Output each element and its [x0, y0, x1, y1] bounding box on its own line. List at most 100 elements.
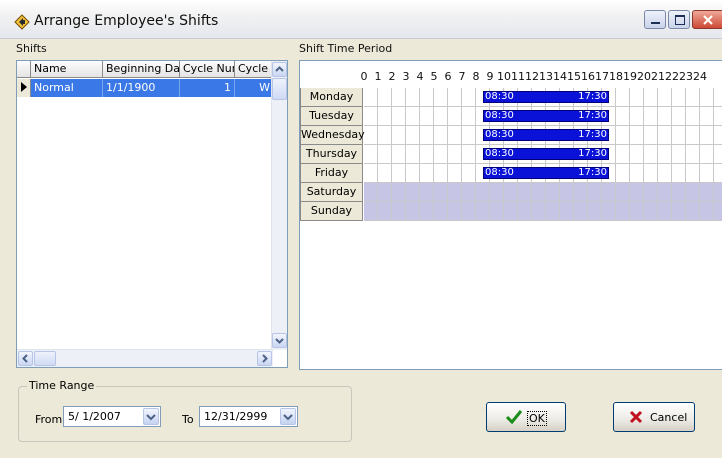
hour-slot[interactable] [434, 88, 448, 107]
hour-slot[interactable] [406, 145, 420, 164]
hour-slot[interactable] [434, 164, 448, 183]
hour-slot[interactable] [644, 164, 658, 183]
hour-slot[interactable] [714, 164, 722, 183]
hour-slot[interactable] [448, 164, 462, 183]
hour-slot[interactable] [434, 107, 448, 126]
hour-slot[interactable] [420, 107, 434, 126]
hour-slot[interactable] [560, 202, 574, 221]
hour-slot[interactable] [378, 164, 392, 183]
hour-slot[interactable] [448, 145, 462, 164]
hour-slot[interactable] [448, 126, 462, 145]
hour-slot[interactable] [700, 107, 714, 126]
hour-slot[interactable] [462, 126, 476, 145]
vertical-scroll-thumb[interactable] [272, 78, 287, 100]
hour-slot[interactable] [462, 145, 476, 164]
hour-slot[interactable] [546, 183, 560, 202]
hour-slot[interactable] [392, 183, 406, 202]
hour-slot[interactable] [714, 107, 722, 126]
hour-slot[interactable] [518, 202, 532, 221]
hour-slot[interactable] [616, 164, 630, 183]
hour-slot[interactable] [420, 202, 434, 221]
scroll-right-button[interactable] [257, 351, 272, 366]
hour-slot[interactable] [392, 164, 406, 183]
hour-slot[interactable] [504, 202, 518, 221]
hour-slot[interactable] [392, 126, 406, 145]
hour-slot[interactable] [616, 202, 630, 221]
hour-slot[interactable] [434, 183, 448, 202]
hour-slot[interactable] [378, 126, 392, 145]
scroll-down-button[interactable] [272, 333, 287, 348]
maximize-button[interactable] [668, 10, 690, 29]
hour-slot[interactable] [392, 202, 406, 221]
hour-slot[interactable] [658, 107, 672, 126]
hour-slot[interactable] [700, 164, 714, 183]
hour-slot[interactable] [602, 183, 616, 202]
hour-slot[interactable] [434, 145, 448, 164]
hour-slot[interactable] [672, 88, 686, 107]
hour-slot[interactable] [686, 183, 700, 202]
hour-slot[interactable] [490, 202, 504, 221]
hour-slot[interactable] [686, 145, 700, 164]
hour-slot[interactable] [364, 202, 378, 221]
hour-slot[interactable] [672, 145, 686, 164]
hour-slot[interactable] [630, 107, 644, 126]
title-bar[interactable]: Arrange Employee's Shifts [0, 0, 722, 39]
hour-slot[interactable] [406, 126, 420, 145]
hour-slot[interactable] [462, 88, 476, 107]
hour-slot[interactable] [560, 183, 574, 202]
minimize-button[interactable] [644, 10, 666, 29]
hour-slot[interactable] [686, 202, 700, 221]
hour-slot[interactable] [658, 183, 672, 202]
scroll-left-button[interactable] [18, 351, 33, 366]
hour-slot[interactable] [462, 202, 476, 221]
hour-slot[interactable] [658, 164, 672, 183]
hour-slot[interactable] [448, 107, 462, 126]
cell-beginning-date[interactable]: 1/1/1900 [103, 79, 180, 97]
hour-slot[interactable] [406, 202, 420, 221]
hour-slot[interactable] [406, 164, 420, 183]
hour-slot[interactable] [504, 183, 518, 202]
hour-slot[interactable] [616, 107, 630, 126]
cancel-button[interactable]: Cancel [613, 402, 695, 432]
shift-bar[interactable]: 08:30 17:30 [483, 91, 609, 103]
hour-slot[interactable] [630, 164, 644, 183]
hour-slot[interactable] [658, 145, 672, 164]
table-row[interactable]: Normal 1/1/1900 1 W [17, 79, 273, 97]
hour-slot[interactable] [672, 164, 686, 183]
shift-bar[interactable]: 08:30 17:30 [483, 110, 609, 122]
hour-slot[interactable] [714, 88, 722, 107]
hour-slot[interactable] [714, 126, 722, 145]
hour-slot[interactable] [672, 107, 686, 126]
vertical-scrollbar[interactable] [271, 61, 287, 350]
hour-slot[interactable] [574, 183, 588, 202]
hour-slot[interactable] [476, 183, 490, 202]
close-button[interactable] [692, 10, 722, 29]
hour-slot[interactable] [644, 107, 658, 126]
hour-slot[interactable] [658, 88, 672, 107]
hour-slot[interactable] [630, 88, 644, 107]
scroll-up-button[interactable] [272, 62, 287, 77]
hour-slot[interactable] [644, 183, 658, 202]
hour-slot[interactable] [546, 202, 560, 221]
hour-slot[interactable] [378, 183, 392, 202]
to-date-dropdown-button[interactable] [280, 408, 296, 425]
hour-slot[interactable] [686, 164, 700, 183]
hour-slot[interactable] [364, 183, 378, 202]
hour-slot[interactable] [700, 202, 714, 221]
hour-slot[interactable] [588, 202, 602, 221]
hour-slot[interactable] [420, 126, 434, 145]
hour-slot[interactable] [420, 145, 434, 164]
cell-name[interactable]: Normal [31, 79, 103, 97]
hour-slot[interactable] [700, 88, 714, 107]
hour-slot[interactable] [616, 145, 630, 164]
hour-slot[interactable] [630, 183, 644, 202]
shift-time-chart[interactable]: 0 1 2 3 4 5 6 7 8 9 10 11 12 13 14 15 16 17 18 19 20 21 22 23 24… [299, 60, 722, 370]
hour-slot[interactable] [532, 202, 546, 221]
hour-slot[interactable] [714, 183, 722, 202]
hour-slot[interactable] [378, 107, 392, 126]
hour-slot[interactable] [658, 126, 672, 145]
horizontal-scrollbar[interactable] [17, 349, 273, 367]
column-header-name[interactable]: Name [31, 61, 103, 78]
hour-slot[interactable] [686, 88, 700, 107]
hour-slot[interactable] [462, 164, 476, 183]
